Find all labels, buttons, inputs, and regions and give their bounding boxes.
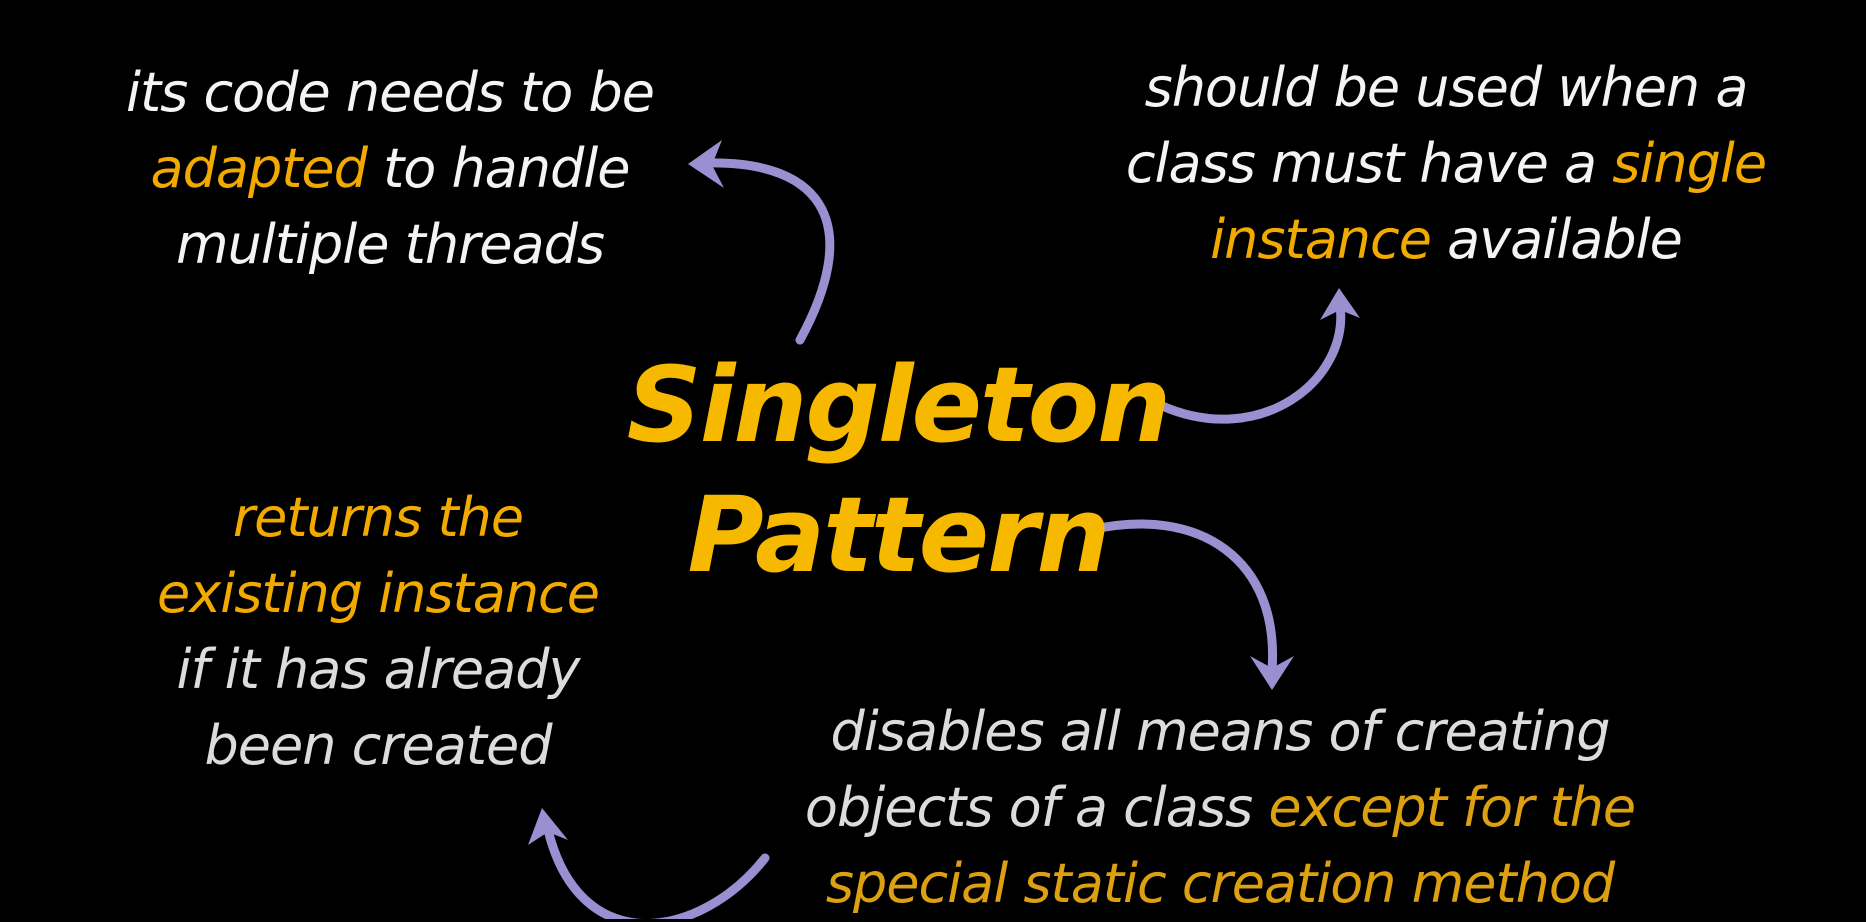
top-left-highlight: adapted [150,137,367,200]
top-right-line2-rest: class must have a [1125,132,1613,195]
top-right-line2: class must have a single [1125,126,1767,202]
text-top-right: should be used when a class must have a … [1125,50,1767,278]
bottom-left-line2: existing instance [157,562,600,625]
top-left-line2-rest: to handle [366,137,630,200]
bottom-left-line1: returns the [232,486,524,549]
text-bottom-right: disables all means of creating objects o… [804,694,1636,922]
top-left-line2: adapted to handle [126,131,654,207]
top-right-line3: instance available [1126,202,1766,278]
bottom-right-line3: special static creation method [825,852,1615,915]
bottom-right-line2: objects of a class except for the [804,770,1636,846]
title-line1: Singleton [626,344,1171,466]
top-right-line1: should be used when a [1144,56,1749,119]
diagram-title: Singleton Pattern [626,340,1171,600]
bottom-left-line4: been created [204,714,552,777]
arrow-to-threads [688,140,835,345]
arrow-to-single-instance [1155,288,1360,424]
bottom-right-line1: disables all means of creating [830,700,1610,763]
text-top-left: its code needs to be adapted to handle m… [126,55,655,283]
bottom-left-line3: if it has already [176,638,581,701]
bottom-right-highlight: except for the [1268,776,1636,839]
top-right-highlight: single [1612,132,1767,195]
top-left-line3: multiple threads [176,213,605,276]
top-left-line1: its code needs to be [126,61,655,124]
bottom-right-line2-rest: objects of a class [804,776,1269,839]
title-line2: Pattern [687,474,1110,596]
text-bottom-left: returns the existing instance if it has … [157,480,600,784]
top-right-highlight-2: instance [1210,208,1432,271]
top-right-line3-rest: available [1430,208,1683,271]
arrow-to-returns [528,808,770,919]
